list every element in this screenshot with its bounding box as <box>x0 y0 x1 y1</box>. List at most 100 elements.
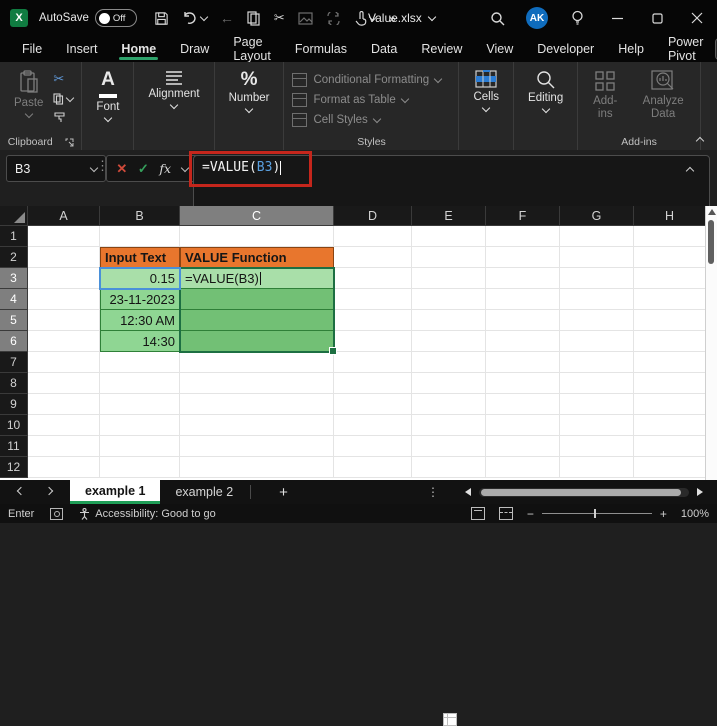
font-chevron-icon[interactable] <box>103 113 113 123</box>
cell-F4[interactable] <box>486 289 560 310</box>
cell-D4[interactable] <box>334 289 412 310</box>
cells-button[interactable]: Cells <box>467 68 505 113</box>
new-sheet-button[interactable]: + <box>253 484 314 501</box>
number-chevron-icon[interactable] <box>244 104 254 114</box>
document-title[interactable]: Value.xlsx <box>368 11 422 25</box>
cell-E10[interactable] <box>412 415 486 436</box>
column-header-A[interactable]: A <box>28 206 100 226</box>
undo-button[interactable] <box>182 11 209 25</box>
page-break-view-icon[interactable] <box>498 507 513 520</box>
cell-G4[interactable] <box>560 289 634 310</box>
menu-tab-page-layout[interactable]: Page Layout <box>221 35 283 63</box>
title-chevron-icon[interactable] <box>427 12 437 22</box>
cell-G10[interactable] <box>560 415 634 436</box>
menu-tab-power-pivot[interactable]: Power Pivot <box>656 35 715 63</box>
insert-function-chevron-icon[interactable] <box>180 163 189 172</box>
cell-G1[interactable] <box>560 226 634 247</box>
row-header-4[interactable]: 4 <box>0 289 28 310</box>
name-box[interactable]: B3 <box>6 155 106 182</box>
number-button[interactable]: % Number <box>223 68 276 114</box>
format-painter-button[interactable] <box>53 111 73 124</box>
sheet-options-icon[interactable]: ⋮ <box>427 485 465 499</box>
row-header-2[interactable]: 2 <box>0 247 28 268</box>
menu-tab-insert[interactable]: Insert <box>54 36 109 62</box>
cell-B1[interactable] <box>100 226 180 247</box>
cell-C1[interactable] <box>180 226 334 247</box>
vertical-scrollbar-thumb[interactable] <box>708 220 714 264</box>
cell-F10[interactable] <box>486 415 560 436</box>
cut-icon[interactable]: ✂ <box>274 10 285 26</box>
cell-A12[interactable] <box>28 457 100 478</box>
cell-F7[interactable] <box>486 352 560 373</box>
normal-view-icon[interactable] <box>442 713 457 726</box>
column-header-G[interactable]: G <box>560 206 634 226</box>
cell-A4[interactable] <box>28 289 100 310</box>
cell-G6[interactable] <box>560 331 634 352</box>
cell-H8[interactable] <box>634 373 706 394</box>
cell-D8[interactable] <box>334 373 412 394</box>
cell-H6[interactable] <box>634 331 706 352</box>
cell-E12[interactable] <box>412 457 486 478</box>
cell-G5[interactable] <box>560 310 634 331</box>
menu-tab-data[interactable]: Data <box>359 36 409 62</box>
select-all-button[interactable] <box>0 206 28 226</box>
menu-tab-help[interactable]: Help <box>606 36 656 62</box>
cell-F8[interactable] <box>486 373 560 394</box>
cell-G9[interactable] <box>560 394 634 415</box>
cell-F5[interactable] <box>486 310 560 331</box>
row-header-7[interactable]: 7 <box>0 352 28 373</box>
sheet-tab-example-1[interactable]: example 1 <box>70 480 161 504</box>
cell-D1[interactable] <box>334 226 412 247</box>
cell-G7[interactable] <box>560 352 634 373</box>
row-header-5[interactable]: 5 <box>0 310 28 331</box>
editing-button[interactable]: Editing <box>522 68 569 114</box>
cells-chevron-icon[interactable] <box>482 103 491 113</box>
cell-D6[interactable] <box>334 331 412 352</box>
column-header-H[interactable]: H <box>634 206 706 226</box>
cell-C4[interactable] <box>180 289 334 310</box>
cell-C10[interactable] <box>180 415 334 436</box>
cell-B6[interactable]: 14:30 <box>100 331 180 352</box>
cell-H2[interactable] <box>634 247 706 268</box>
cell-B12[interactable] <box>100 457 180 478</box>
cell-H3[interactable] <box>634 268 706 289</box>
zoom-slider-thumb[interactable] <box>593 509 596 518</box>
cell-G12[interactable] <box>560 457 634 478</box>
column-header-F[interactable]: F <box>486 206 560 226</box>
cell-C12[interactable] <box>180 457 334 478</box>
cell-E3[interactable] <box>412 268 486 289</box>
cell-H1[interactable] <box>634 226 706 247</box>
menu-tab-home[interactable]: Home <box>109 36 168 62</box>
cell-B5[interactable]: 12:30 AM <box>100 310 180 331</box>
save-icon[interactable] <box>154 11 169 26</box>
collapse-formula-bar-icon[interactable] <box>685 166 695 176</box>
cell-A2[interactable] <box>28 247 100 268</box>
addins-button[interactable]: Add-ins <box>586 68 624 123</box>
cell-B8[interactable] <box>100 373 180 394</box>
row-header-1[interactable]: 1 <box>0 226 28 247</box>
cell-D10[interactable] <box>334 415 412 436</box>
cell-styles-button[interactable]: Cell Styles <box>292 112 382 128</box>
formula-input[interactable]: =VALUE(B3) <box>193 155 710 211</box>
editing-chevron-icon[interactable] <box>541 104 550 114</box>
cell-D9[interactable] <box>334 394 412 415</box>
maximize-button[interactable] <box>637 0 677 36</box>
cell-C2[interactable]: VALUE Function <box>180 247 334 268</box>
cell-A1[interactable] <box>28 226 100 247</box>
menu-tab-file[interactable]: File <box>10 36 54 62</box>
cell-B7[interactable] <box>100 352 180 373</box>
cell-E8[interactable] <box>412 373 486 394</box>
zoom-level[interactable]: 100% <box>681 508 709 520</box>
cell-A10[interactable] <box>28 415 100 436</box>
cell-E1[interactable] <box>412 226 486 247</box>
cell-H10[interactable] <box>634 415 706 436</box>
cell-B11[interactable] <box>100 436 180 457</box>
copy-chevron-icon[interactable] <box>66 93 75 103</box>
cell-C7[interactable] <box>180 352 334 373</box>
search-icon[interactable] <box>477 0 517 36</box>
cell-E4[interactable] <box>412 289 486 310</box>
cell-D5[interactable] <box>334 310 412 331</box>
zoom-slider[interactable] <box>541 509 652 518</box>
cell-B3[interactable]: 0.15 <box>100 268 180 289</box>
cell-D12[interactable] <box>334 457 412 478</box>
